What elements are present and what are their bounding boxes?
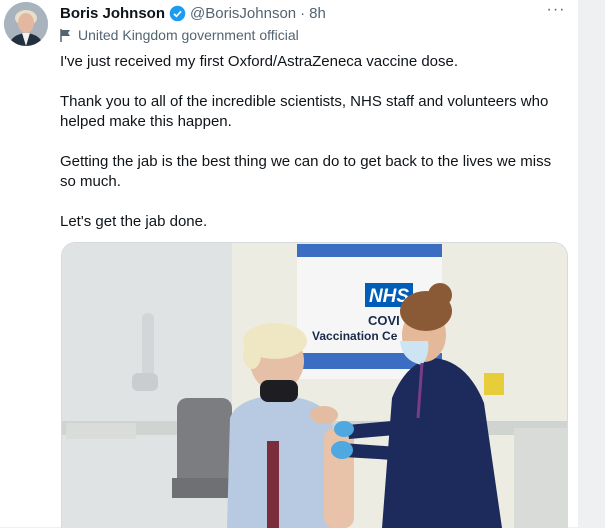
- flag-icon: [60, 28, 70, 42]
- author-handle[interactable]: @BorisJohnson: [190, 5, 296, 22]
- verified-badge-icon: [169, 5, 186, 21]
- vaccination-photo: NHS COVI Vaccination Ce: [62, 243, 567, 528]
- more-icon[interactable]: ···: [546, 2, 566, 22]
- avatar[interactable]: [4, 2, 48, 46]
- avatar-image: [4, 2, 48, 46]
- author-name[interactable]: Boris Johnson: [60, 5, 165, 22]
- timestamp[interactable]: 8h: [309, 5, 326, 22]
- government-label[interactable]: United Kingdom government official: [60, 27, 299, 43]
- sign-line-1: COVI: [368, 313, 400, 328]
- sign-line-2: Vaccination Ce: [312, 329, 398, 343]
- tweet-paragraph: Getting the jab is the best thing we can…: [60, 153, 552, 190]
- tweet-paragraph: Let's get the jab done.: [60, 213, 208, 230]
- separator-dot: ·: [300, 4, 306, 22]
- tweet-photo[interactable]: NHS COVI Vaccination Ce: [61, 242, 568, 528]
- label-text: United Kingdom government official: [78, 27, 299, 43]
- tweet-paragraph: Thank you to all of the incredible scien…: [60, 93, 549, 130]
- tweet: Boris Johnson @BorisJohnson · 8h ··· Uni…: [0, 0, 578, 528]
- tweet-paragraph: I've just received my first Oxford/Astra…: [60, 53, 459, 70]
- tweet-header: Boris Johnson @BorisJohnson · 8h: [60, 3, 326, 23]
